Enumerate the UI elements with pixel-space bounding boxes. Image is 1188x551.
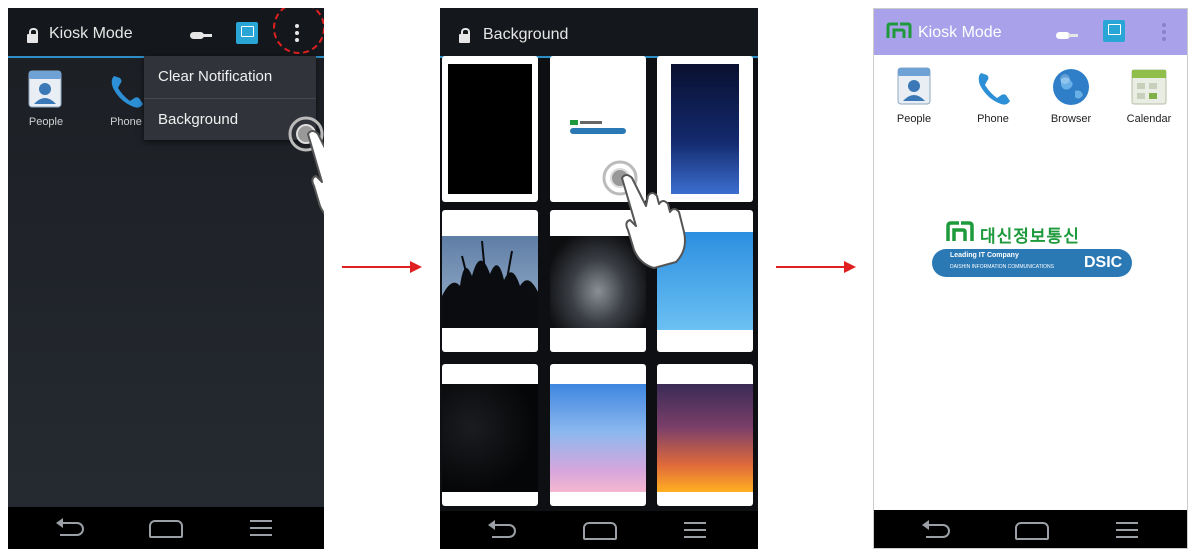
- highlight-ring: [273, 8, 324, 54]
- flow-arrow-head: [410, 261, 422, 273]
- globe-icon: [1053, 69, 1089, 105]
- action-bar: Kiosk Mode: [874, 9, 1187, 55]
- app-label: Browser: [1050, 113, 1092, 125]
- pointing-hand-icon: [621, 174, 686, 269]
- dsic-logo-icon: [886, 22, 912, 38]
- kiosk-screen-before: Kiosk Mode People Phone Clear Notificati…: [8, 8, 324, 549]
- app-title: Kiosk Mode: [49, 25, 133, 42]
- lock-icon: [459, 28, 470, 43]
- kiosk-icon[interactable]: [236, 22, 258, 44]
- home-icon[interactable]: [149, 520, 183, 538]
- dsic-logo: 대신정보통신 Leading IT Company DAISHIN INFORM…: [932, 217, 1142, 291]
- screen-title: Background: [483, 26, 569, 43]
- logo-tagline: Leading IT Company: [950, 252, 1019, 259]
- app-phone[interactable]: Phone: [971, 67, 1015, 137]
- key-icon[interactable]: [190, 32, 212, 39]
- action-bar: Kiosk Mode: [8, 8, 324, 58]
- navigation-bar: [440, 511, 758, 549]
- kiosk-screen-after: Kiosk Mode People Phone Browser Calendar…: [873, 8, 1188, 549]
- kiosk-icon[interactable]: [1103, 20, 1125, 42]
- contacts-icon: [28, 70, 62, 108]
- calendar-icon: [1131, 69, 1167, 105]
- wallpaper-thumbnail[interactable]: [442, 210, 538, 352]
- recent-apps-icon[interactable]: [250, 520, 272, 536]
- key-icon[interactable]: [1056, 32, 1078, 39]
- flow-arrow: [342, 266, 412, 268]
- back-icon[interactable]: [488, 520, 516, 538]
- recent-apps-icon[interactable]: [1116, 522, 1138, 538]
- app-label: People: [896, 113, 932, 125]
- app-people[interactable]: People: [26, 70, 66, 140]
- app-people[interactable]: People: [892, 67, 936, 137]
- back-icon[interactable]: [56, 518, 84, 536]
- app-label: People: [28, 116, 64, 128]
- navigation-bar: [874, 510, 1187, 548]
- lock-icon: [27, 28, 38, 43]
- home-icon[interactable]: [1015, 522, 1049, 540]
- action-bar: Background: [440, 8, 758, 58]
- app-calendar[interactable]: Calendar: [1127, 67, 1171, 137]
- app-phone[interactable]: Phone: [106, 70, 146, 140]
- menu-divider: [144, 98, 316, 99]
- overflow-menu-icon[interactable]: [1162, 23, 1166, 41]
- korean-company-name: 대신정보통신: [980, 227, 1080, 246]
- contacts-icon: [897, 67, 931, 105]
- back-icon[interactable]: [922, 520, 950, 538]
- menu-item-background[interactable]: Background: [158, 111, 238, 128]
- wallpaper-thumbnail[interactable]: [550, 364, 646, 506]
- recent-apps-icon[interactable]: [684, 522, 706, 538]
- wallpaper-thumbnail[interactable]: [657, 364, 753, 506]
- flow-arrow: [776, 266, 846, 268]
- app-label: Phone: [977, 113, 1009, 125]
- wallpaper-thumbnail[interactable]: [442, 364, 538, 506]
- dsic-mark-icon: [946, 221, 974, 241]
- flow-arrow-head: [844, 261, 856, 273]
- logo-brand: DSIC: [1084, 254, 1123, 271]
- navigation-bar: [8, 507, 324, 549]
- app-title: Kiosk Mode: [918, 24, 1002, 41]
- logo-subline: DAISHIN INFORMATION COMMUNICATIONS: [950, 264, 1054, 270]
- pointing-hand-icon: [307, 130, 324, 215]
- phone-icon: [111, 76, 143, 108]
- menu-item-clear-notification[interactable]: Clear Notification: [158, 68, 272, 85]
- home-icon[interactable]: [583, 522, 617, 540]
- dsic-banner: Leading IT Company DAISHIN INFORMATION C…: [932, 249, 1132, 277]
- app-label: Calendar: [1126, 113, 1172, 125]
- phone-icon: [978, 73, 1010, 105]
- app-browser[interactable]: Browser: [1049, 67, 1093, 137]
- background-picker-screen: Background: [440, 8, 758, 549]
- wallpaper-thumbnail[interactable]: [442, 56, 538, 202]
